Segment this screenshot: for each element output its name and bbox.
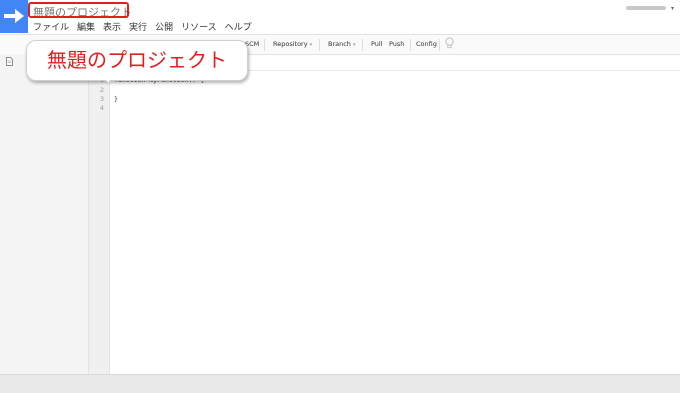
account-dropdown-icon[interactable]: ▾	[671, 5, 674, 12]
pull-button[interactable]: Pull	[371, 40, 383, 48]
config-button[interactable]: Config	[416, 40, 437, 48]
code-line[interactable]: }	[114, 95, 118, 103]
chevron-down-icon: ▾	[309, 42, 313, 48]
lightbulb-icon[interactable]	[445, 37, 454, 50]
menu-view[interactable]: 表示	[103, 23, 121, 33]
arrow-right-icon	[4, 9, 24, 23]
toolbar-divider	[410, 39, 411, 51]
chevron-down-icon: ▾	[353, 42, 356, 48]
line-number: 4	[99, 104, 104, 112]
title-highlight-box	[28, 2, 129, 18]
push-button[interactable]: Push	[389, 40, 404, 48]
repository-label: Repository	[273, 40, 308, 48]
line-number-gutter	[89, 70, 110, 374]
account-email[interactable]	[626, 5, 666, 13]
branch-label: Branch	[328, 40, 351, 48]
menu-publish[interactable]: 公開	[155, 23, 173, 33]
line-number: 2	[99, 86, 104, 94]
status-bar	[0, 374, 680, 393]
annotation-callout: 無題のプロジェクト	[26, 40, 248, 83]
file-sidebar	[0, 54, 89, 374]
app-logo[interactable]	[0, 0, 28, 33]
menu-edit[interactable]: 編集	[77, 23, 95, 33]
toolbar-divider	[439, 39, 440, 51]
menu-help[interactable]: ヘルプ	[225, 23, 252, 33]
line-number: 3	[99, 95, 104, 103]
file-icon[interactable]	[6, 57, 13, 66]
toolbar-divider	[362, 39, 363, 51]
menu-file[interactable]: ファイル	[33, 23, 69, 33]
menu-bar: ファイル 編集 表示 実行 公開 リソース ヘルプ	[33, 20, 260, 33]
account-email-blur	[626, 6, 666, 10]
toolbar-divider	[264, 39, 265, 51]
menu-run[interactable]: 実行	[129, 23, 147, 33]
menu-resources[interactable]: リソース	[181, 23, 217, 33]
callout-text: 無題のプロジェクト	[47, 48, 227, 72]
branch-dropdown[interactable]: Branch ▾	[328, 40, 356, 48]
toolbar-divider	[319, 39, 320, 51]
repository-dropdown[interactable]: Repository ▾	[273, 40, 312, 48]
